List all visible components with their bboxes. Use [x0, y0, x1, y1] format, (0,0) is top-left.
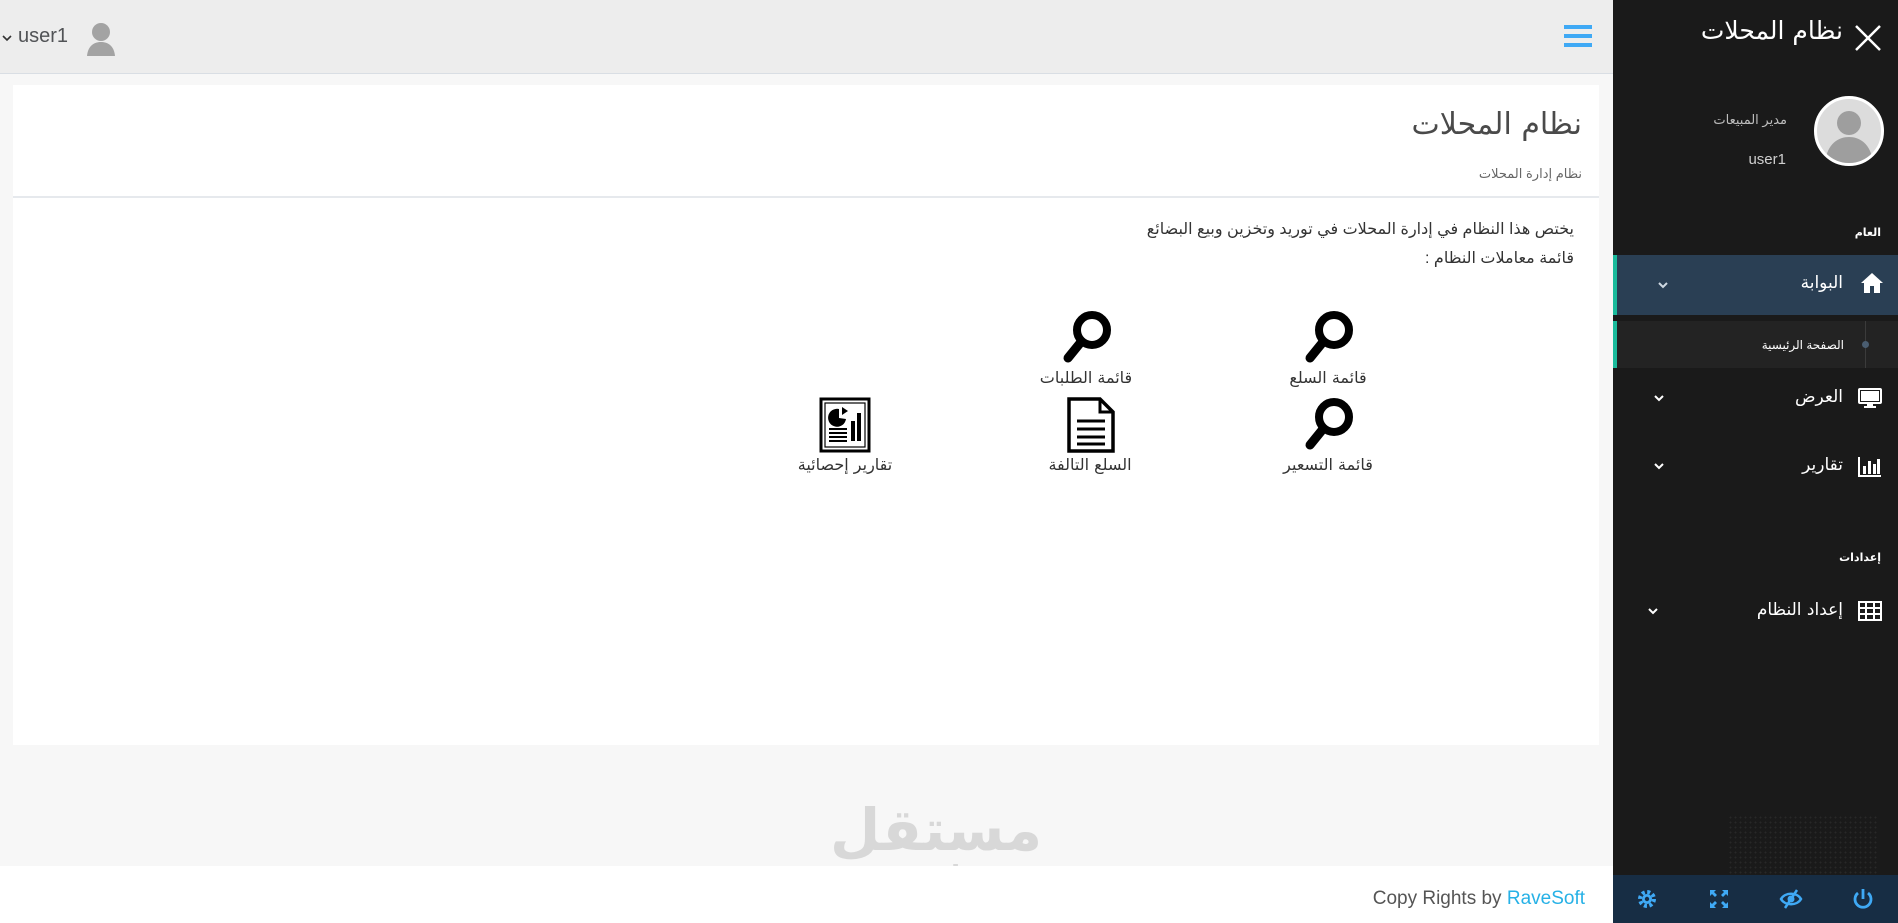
bar-chart-icon [1858, 457, 1881, 477]
tile-label: قائمة السلع [1289, 368, 1367, 387]
tile-label: قائمة الطلبات [1039, 368, 1133, 387]
profile-role: مدير المبيعات [1713, 112, 1787, 127]
table-icon [1858, 601, 1882, 621]
content-panel: نظام المحلات نظام إدارة المحلات يختص هذا… [13, 85, 1599, 745]
divider [13, 196, 1599, 198]
tile-damaged-goods[interactable]: السلع التالفة [1010, 397, 1170, 487]
home-icon [1861, 273, 1883, 293]
chevron-down-icon [1654, 463, 1664, 470]
sidebar: نظام المحلات مدير المبيعات user1 العام ا… [1613, 0, 1898, 923]
page-footer: Copy Rights by RaveSoft [0, 866, 1613, 923]
page-title: نظام المحلات [1411, 107, 1582, 142]
sidebar-item-label: إعداد النظام [1756, 600, 1843, 620]
chevron-down-icon [1648, 608, 1658, 615]
sidebar-item-display[interactable]: العرض [1613, 378, 1898, 418]
chevron-down-icon[interactable] [2, 33, 12, 43]
sidebar-item-label: البوابة [1800, 273, 1843, 293]
sidebar-item-label: العرض [1794, 387, 1843, 407]
tile-orders-list[interactable]: قائمة الطلبات [1006, 310, 1166, 400]
copyright: Copy Rights by RaveSoft [1373, 888, 1585, 910]
chevron-down-icon [1658, 282, 1668, 289]
tile-statistical-reports[interactable]: تقارير إحصائية [765, 397, 925, 487]
sidebar-item-reports[interactable]: تقارير [1613, 446, 1898, 486]
profile-avatar [1814, 96, 1884, 166]
menu-toggle-icon[interactable] [1564, 24, 1592, 48]
tile-label: السلع التالفة [1048, 455, 1132, 474]
description-text: يختص هذا النظام في إدارة المحلات في توري… [1146, 221, 1574, 238]
top-navbar: user1 [0, 0, 1613, 74]
search-icon [1063, 311, 1111, 363]
user-avatar-icon[interactable] [86, 20, 116, 56]
sidebar-pattern [1728, 815, 1878, 875]
copyright-text: Copy Rights by [1372, 888, 1507, 909]
sidebar-subitem-label: الصفحة الرئيسية [1761, 338, 1844, 352]
chevron-down-icon [1654, 395, 1664, 402]
power-icon[interactable] [1851, 887, 1875, 911]
submenu-dot [1862, 341, 1869, 348]
tile-pricing-list[interactable]: قائمة التسعير [1248, 397, 1408, 487]
sidebar-subitem-home[interactable]: الصفحة الرئيسية [1613, 321, 1898, 368]
section-label-settings: إعدادات [1839, 552, 1881, 564]
section-label-general: العام [1854, 227, 1881, 239]
document-icon [1067, 397, 1115, 453]
watermark-arabic: مستقل [830, 796, 1043, 864]
close-icon[interactable] [1852, 22, 1884, 54]
sidebar-footer [1613, 875, 1898, 923]
search-icon [1305, 311, 1353, 363]
fullscreen-icon[interactable] [1707, 887, 1731, 911]
list-heading: قائمة معاملات النظام : [1425, 250, 1574, 267]
sidebar-item-label: تقارير [1802, 455, 1843, 475]
sidebar-item-portal[interactable]: البوابة [1613, 255, 1898, 315]
brand-title[interactable]: نظام المحلات [1701, 16, 1843, 45]
search-icon [1305, 398, 1353, 450]
monitor-icon [1858, 388, 1882, 408]
report-chart-icon [819, 397, 871, 453]
tile-goods-list[interactable]: قائمة السلع [1248, 310, 1408, 400]
tile-label: قائمة التسعير [1283, 455, 1373, 474]
tile-label: تقارير إحصائية [797, 455, 893, 474]
profile-username: user1 [1748, 151, 1786, 168]
sidebar-item-system-setup[interactable]: إعداد النظام [1613, 591, 1898, 631]
page-subtitle: نظام إدارة المحلات [1478, 166, 1582, 181]
brand-link[interactable]: RaveSoft [1507, 888, 1585, 909]
description: يختص هذا النظام في إدارة المحلات في توري… [1147, 215, 1574, 273]
eye-slash-icon[interactable] [1779, 887, 1803, 911]
gear-icon[interactable] [1635, 887, 1659, 911]
user-menu-name[interactable]: user1 [18, 25, 68, 48]
